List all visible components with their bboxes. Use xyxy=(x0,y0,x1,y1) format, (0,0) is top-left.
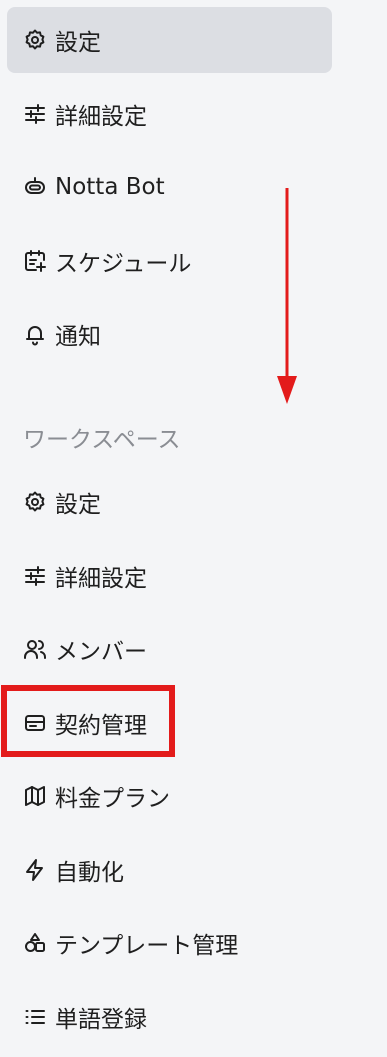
sidebar-item-settings[interactable]: 設定 xyxy=(7,7,332,73)
template-icon xyxy=(23,931,47,955)
sidebar-item-notta-bot[interactable]: Notta Bot xyxy=(7,154,332,220)
settings-sidebar: 設定 詳細設定 Notta Bot スケジュール 通知 ワークスペース 設定 詳… xyxy=(0,0,387,1057)
sidebar-item-label: 料金プラン xyxy=(55,786,170,812)
users-icon xyxy=(23,637,47,661)
sidebar-item-notifications[interactable]: 通知 xyxy=(7,301,332,367)
sidebar-item-label: テンプレート管理 xyxy=(55,933,239,959)
calendar-clock-icon xyxy=(23,249,47,273)
sidebar-item-workspace-advanced-settings[interactable]: 詳細設定 xyxy=(7,543,332,609)
sidebar-item-vocabulary[interactable]: 単語登録 xyxy=(7,984,332,1050)
sidebar-item-members[interactable]: メンバー xyxy=(7,616,332,682)
sliders-icon xyxy=(23,102,47,126)
sidebar-item-advanced-settings[interactable]: 詳細設定 xyxy=(7,81,332,147)
sidebar-item-label: 単語登録 xyxy=(55,1007,147,1033)
bell-icon xyxy=(23,322,47,346)
sidebar-item-schedule[interactable]: スケジュール xyxy=(7,228,332,294)
sidebar-item-label: Notta Bot xyxy=(55,174,165,200)
map-icon xyxy=(23,784,47,808)
sidebar-item-template-management[interactable]: テンプレート管理 xyxy=(7,910,332,976)
section-title-workspace: ワークスペース xyxy=(23,427,181,453)
down-arrow-annotation xyxy=(277,188,297,404)
gear-icon xyxy=(23,28,47,52)
sidebar-item-label: 自動化 xyxy=(55,860,124,886)
sliders-icon xyxy=(23,564,47,588)
list-icon xyxy=(23,1005,47,1029)
sidebar-item-label: 設定 xyxy=(55,492,101,518)
sidebar-item-billing[interactable]: 契約管理 xyxy=(7,690,332,756)
lightning-icon xyxy=(23,858,47,882)
sidebar-item-pricing-plan[interactable]: 料金プラン xyxy=(7,763,332,829)
sidebar-item-workspace-settings[interactable]: 設定 xyxy=(7,469,332,535)
bot-icon xyxy=(23,175,47,199)
sidebar-item-label: スケジュール xyxy=(55,251,192,277)
sidebar-item-label: 詳細設定 xyxy=(55,104,147,130)
credit-card-icon xyxy=(23,711,47,735)
sidebar-item-automation[interactable]: 自動化 xyxy=(7,837,332,903)
sidebar-item-label: 通知 xyxy=(55,324,101,350)
gear-icon xyxy=(23,490,47,514)
sidebar-item-label: メンバー xyxy=(55,639,147,665)
sidebar-item-label: 設定 xyxy=(55,30,101,56)
sidebar-item-label: 詳細設定 xyxy=(55,566,147,592)
sidebar-item-label: 契約管理 xyxy=(55,713,147,739)
